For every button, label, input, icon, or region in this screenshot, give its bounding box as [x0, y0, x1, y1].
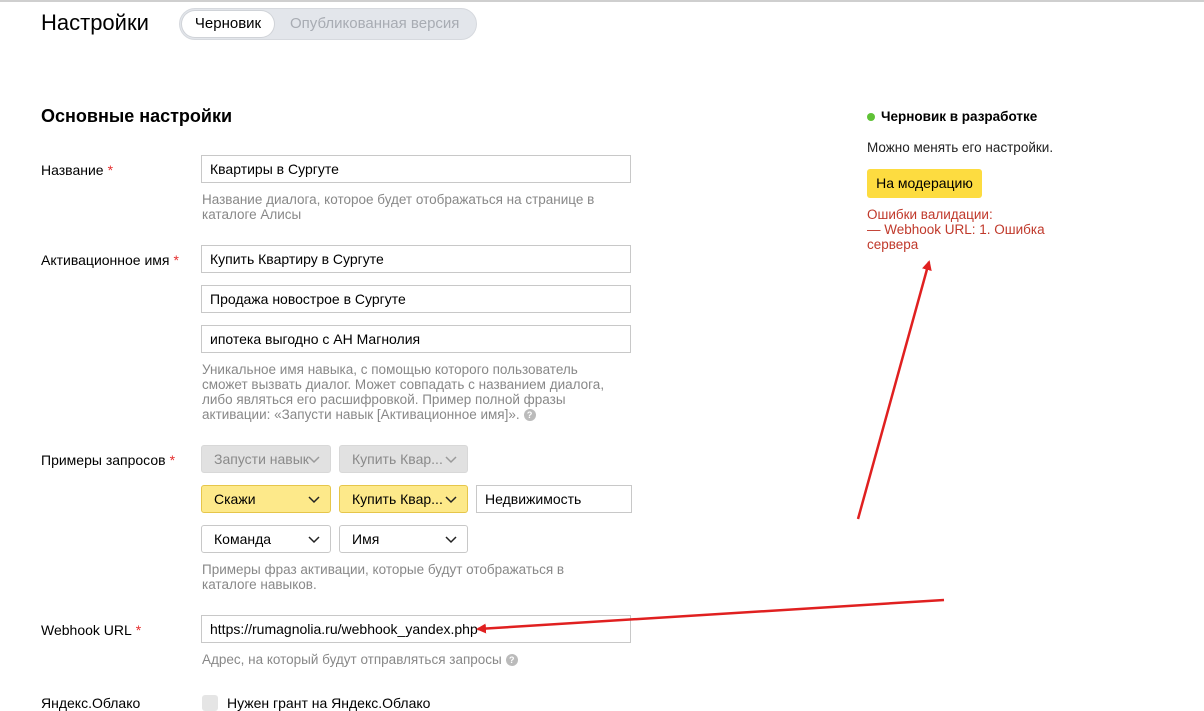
arrow-to-webhook — [476, 598, 945, 634]
arrow-to-error — [856, 260, 932, 520]
annotation-arrows — [476, 260, 945, 634]
